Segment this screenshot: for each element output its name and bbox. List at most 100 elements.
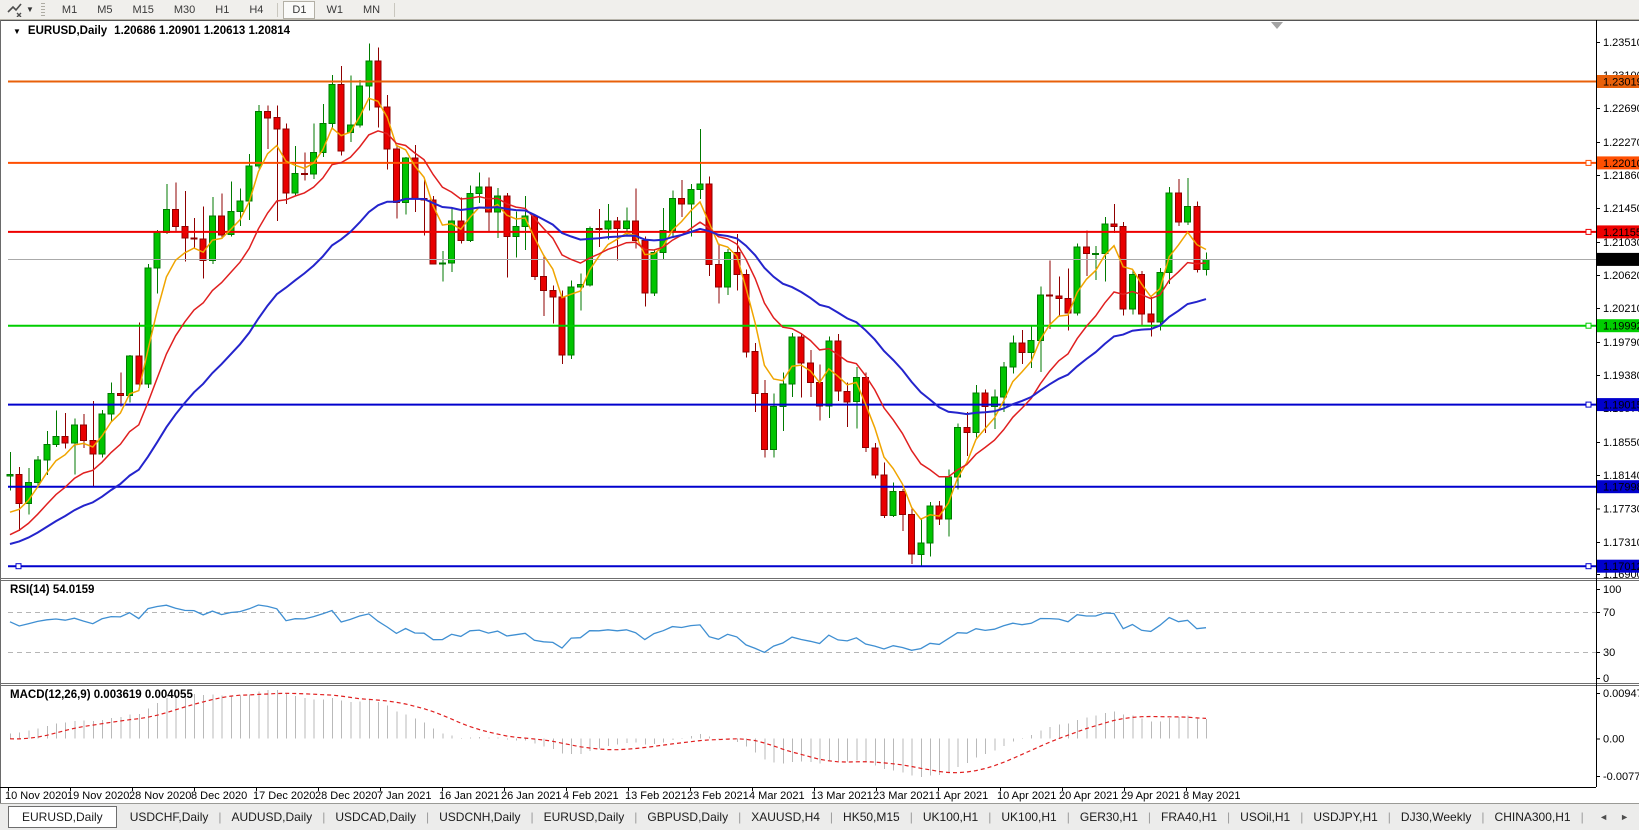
hline-price-label: 1.23019 [1597, 75, 1639, 88]
macd-indicator-label: MACD(12,26,9) 0.003619 0.004055 [10, 689, 193, 701]
svg-text:13 Mar 2021: 13 Mar 2021 [811, 790, 873, 802]
hline-price-label: 1.19015 [1597, 398, 1639, 411]
tab-usdchf-daily-1[interactable]: USDCHF,Daily [120, 807, 219, 827]
tab-usdcnh-daily-4[interactable]: USDCNH,Daily [429, 807, 530, 827]
mt4-terminal: ▼ M1M5M15M30H1H4 D1W1MN 1.235101.231001.2… [0, 0, 1639, 830]
timeframe-button-m1[interactable]: M1 [53, 1, 86, 19]
tab-scroll-arrows: ◄ ► [1593, 804, 1639, 829]
svg-text:8 May 2021: 8 May 2021 [1183, 790, 1240, 802]
rsi-indicator-label: RSI(14) 54.0159 [10, 584, 94, 596]
svg-text:19 Nov 2020: 19 Nov 2020 [67, 790, 129, 802]
svg-text:1.23019: 1.23019 [1603, 76, 1639, 88]
svg-text:20 Apr 2021: 20 Apr 2021 [1059, 790, 1118, 802]
hline-price-label: 1.17998 [1597, 480, 1639, 493]
chart-ohlc-values: 1.20686 1.20901 1.20613 1.20814 [114, 25, 290, 37]
svg-text:23 Mar 2021: 23 Mar 2021 [873, 790, 935, 802]
svg-text:1.20210: 1.20210 [1603, 303, 1639, 315]
svg-text:1.20814: 1.20814 [1603, 254, 1639, 266]
svg-text:7 Jan 2021: 7 Jan 2021 [377, 790, 431, 802]
collapse-triangle-icon[interactable]: ▼ [13, 27, 21, 36]
svg-text:16 Jan 2021: 16 Jan 2021 [439, 790, 500, 802]
svg-text:8 Dec 2020: 8 Dec 2020 [191, 790, 247, 802]
hline-price-label: 1.21155 [1597, 225, 1639, 238]
svg-text:1.21450: 1.21450 [1603, 203, 1639, 215]
timeframe-button-h4[interactable]: H4 [240, 1, 272, 19]
svg-text:4 Mar 2021: 4 Mar 2021 [749, 790, 805, 802]
toolbar-separator [394, 3, 395, 17]
timeframe-button-h1[interactable]: H1 [206, 1, 238, 19]
tab-eurusd-daily-0[interactable]: EURUSD,Daily [8, 806, 117, 828]
svg-text:1.17998: 1.17998 [1603, 482, 1639, 494]
svg-text:29 Apr 2021: 29 Apr 2021 [1121, 790, 1180, 802]
hline-price-label: 1.22010 [1597, 156, 1639, 169]
svg-text:1.23510: 1.23510 [1603, 37, 1639, 49]
svg-text:1.21155: 1.21155 [1603, 227, 1639, 239]
timeframe-toolbar: ▼ M1M5M15M30H1H4 D1W1MN [0, 0, 1639, 20]
timeframe-button-mn[interactable]: MN [354, 1, 389, 19]
toolbar-grip[interactable] [41, 3, 45, 17]
timeframe-button-d1[interactable]: D1 [283, 1, 315, 19]
svg-text:100: 100 [1603, 584, 1621, 596]
svg-text:13 Feb 2021: 13 Feb 2021 [625, 790, 687, 802]
svg-text:1.17012: 1.17012 [1603, 561, 1639, 573]
svg-text:10 Apr 2021: 10 Apr 2021 [997, 790, 1056, 802]
svg-text:1.17730: 1.17730 [1603, 503, 1639, 515]
svg-text:0.009478: 0.009478 [1603, 688, 1639, 700]
dropdown-caret-icon[interactable]: ▼ [25, 5, 39, 14]
svg-text:4 Feb 2021: 4 Feb 2021 [563, 790, 619, 802]
chart-symbol-label: EURUSD,Daily [28, 25, 107, 37]
chart-canvas[interactable]: 1.235101.231001.226901.222701.218601.214… [0, 0, 1639, 830]
tab-scroll-left-icon[interactable]: ◄ [1599, 812, 1608, 822]
timeframe-buttons: M1M5M15M30H1H4 D1W1MN [52, 1, 399, 19]
chart-title: ▼ EURUSD,Daily 1.20686 1.20901 1.20613 1… [13, 25, 290, 37]
svg-text:0.00: 0.00 [1603, 733, 1624, 745]
tab-audusd-daily-2[interactable]: AUDUSD,Daily [222, 807, 323, 827]
svg-text:26 Jan 2021: 26 Jan 2021 [501, 790, 562, 802]
chart-tab-bar: EURUSD,DailyUSDCHF,Daily|AUDUSD,Daily|US… [0, 803, 1639, 830]
svg-text:70: 70 [1603, 607, 1615, 619]
tab-uk100-h1-9[interactable]: UK100,H1 [913, 807, 988, 827]
tab-usdcad-daily-3[interactable]: USDCAD,Daily [325, 807, 426, 827]
timeframe-button-m30[interactable]: M30 [165, 1, 204, 19]
timeframe-button-w1[interactable]: W1 [317, 1, 352, 19]
tab-gbpusd-daily-6[interactable]: GBPUSD,Daily [637, 807, 738, 827]
bid-price-label: 1.20814 [1597, 253, 1639, 267]
hline-price-label: 1.17012 [1597, 560, 1639, 574]
tab-fra40-h1-12[interactable]: FRA40,H1 [1151, 807, 1227, 827]
svg-text:1.19790: 1.19790 [1603, 337, 1639, 349]
svg-text:1.22690: 1.22690 [1603, 103, 1639, 115]
tab-ger30-h1-11[interactable]: GER30,H1 [1070, 807, 1148, 827]
hline-price-label: 1.19992 [1597, 319, 1639, 333]
svg-text:1.20620: 1.20620 [1603, 270, 1639, 282]
svg-text:17 Dec 2020: 17 Dec 2020 [253, 790, 315, 802]
chart-tools-glyph [7, 3, 22, 17]
svg-text:1.18550: 1.18550 [1603, 437, 1639, 449]
chart-tools-icon[interactable] [3, 2, 25, 18]
tab-usdjpy-h1-14[interactable]: USDJPY,H1 [1303, 807, 1387, 827]
svg-text:1.21860: 1.21860 [1603, 170, 1639, 182]
svg-text:1.22010: 1.22010 [1603, 158, 1639, 170]
svg-text:1 Apr 2021: 1 Apr 2021 [935, 790, 988, 802]
tab-eurusd-daily-5[interactable]: EURUSD,Daily [534, 807, 635, 827]
svg-text:1.17310: 1.17310 [1603, 537, 1639, 549]
svg-text:28 Nov 2020: 28 Nov 2020 [129, 790, 191, 802]
tab-scroll-right-icon[interactable]: ► [1620, 812, 1629, 822]
svg-text:23 Feb 2021: 23 Feb 2021 [687, 790, 749, 802]
svg-text:28 Dec 2020: 28 Dec 2020 [315, 790, 377, 802]
svg-text:1.19380: 1.19380 [1603, 370, 1639, 382]
tab-xauusd-h4-7[interactable]: XAUUSD,H4 [741, 807, 830, 827]
timeframe-button-m5[interactable]: M5 [88, 1, 121, 19]
tab-china300-h1-16[interactable]: CHINA300,H1 [1485, 807, 1581, 827]
tab-dj30-weekly-15[interactable]: DJ30,Weekly [1391, 807, 1481, 827]
svg-text:30: 30 [1603, 647, 1615, 659]
tab-usoil-h1-13[interactable]: USOil,H1 [1230, 807, 1300, 827]
timeframe-button-m15[interactable]: M15 [123, 1, 162, 19]
tab-uk100-h1-10[interactable]: UK100,H1 [991, 807, 1066, 827]
svg-text:-0.007778: -0.007778 [1603, 771, 1639, 783]
svg-text:1.19015: 1.19015 [1603, 400, 1639, 412]
tab-hk50-m15-8[interactable]: HK50,M15 [833, 807, 910, 827]
svg-text:1.22270: 1.22270 [1603, 137, 1639, 149]
toolbar-separator [277, 3, 278, 17]
svg-text:0: 0 [1603, 673, 1609, 685]
svg-text:1.19992: 1.19992 [1603, 321, 1639, 333]
